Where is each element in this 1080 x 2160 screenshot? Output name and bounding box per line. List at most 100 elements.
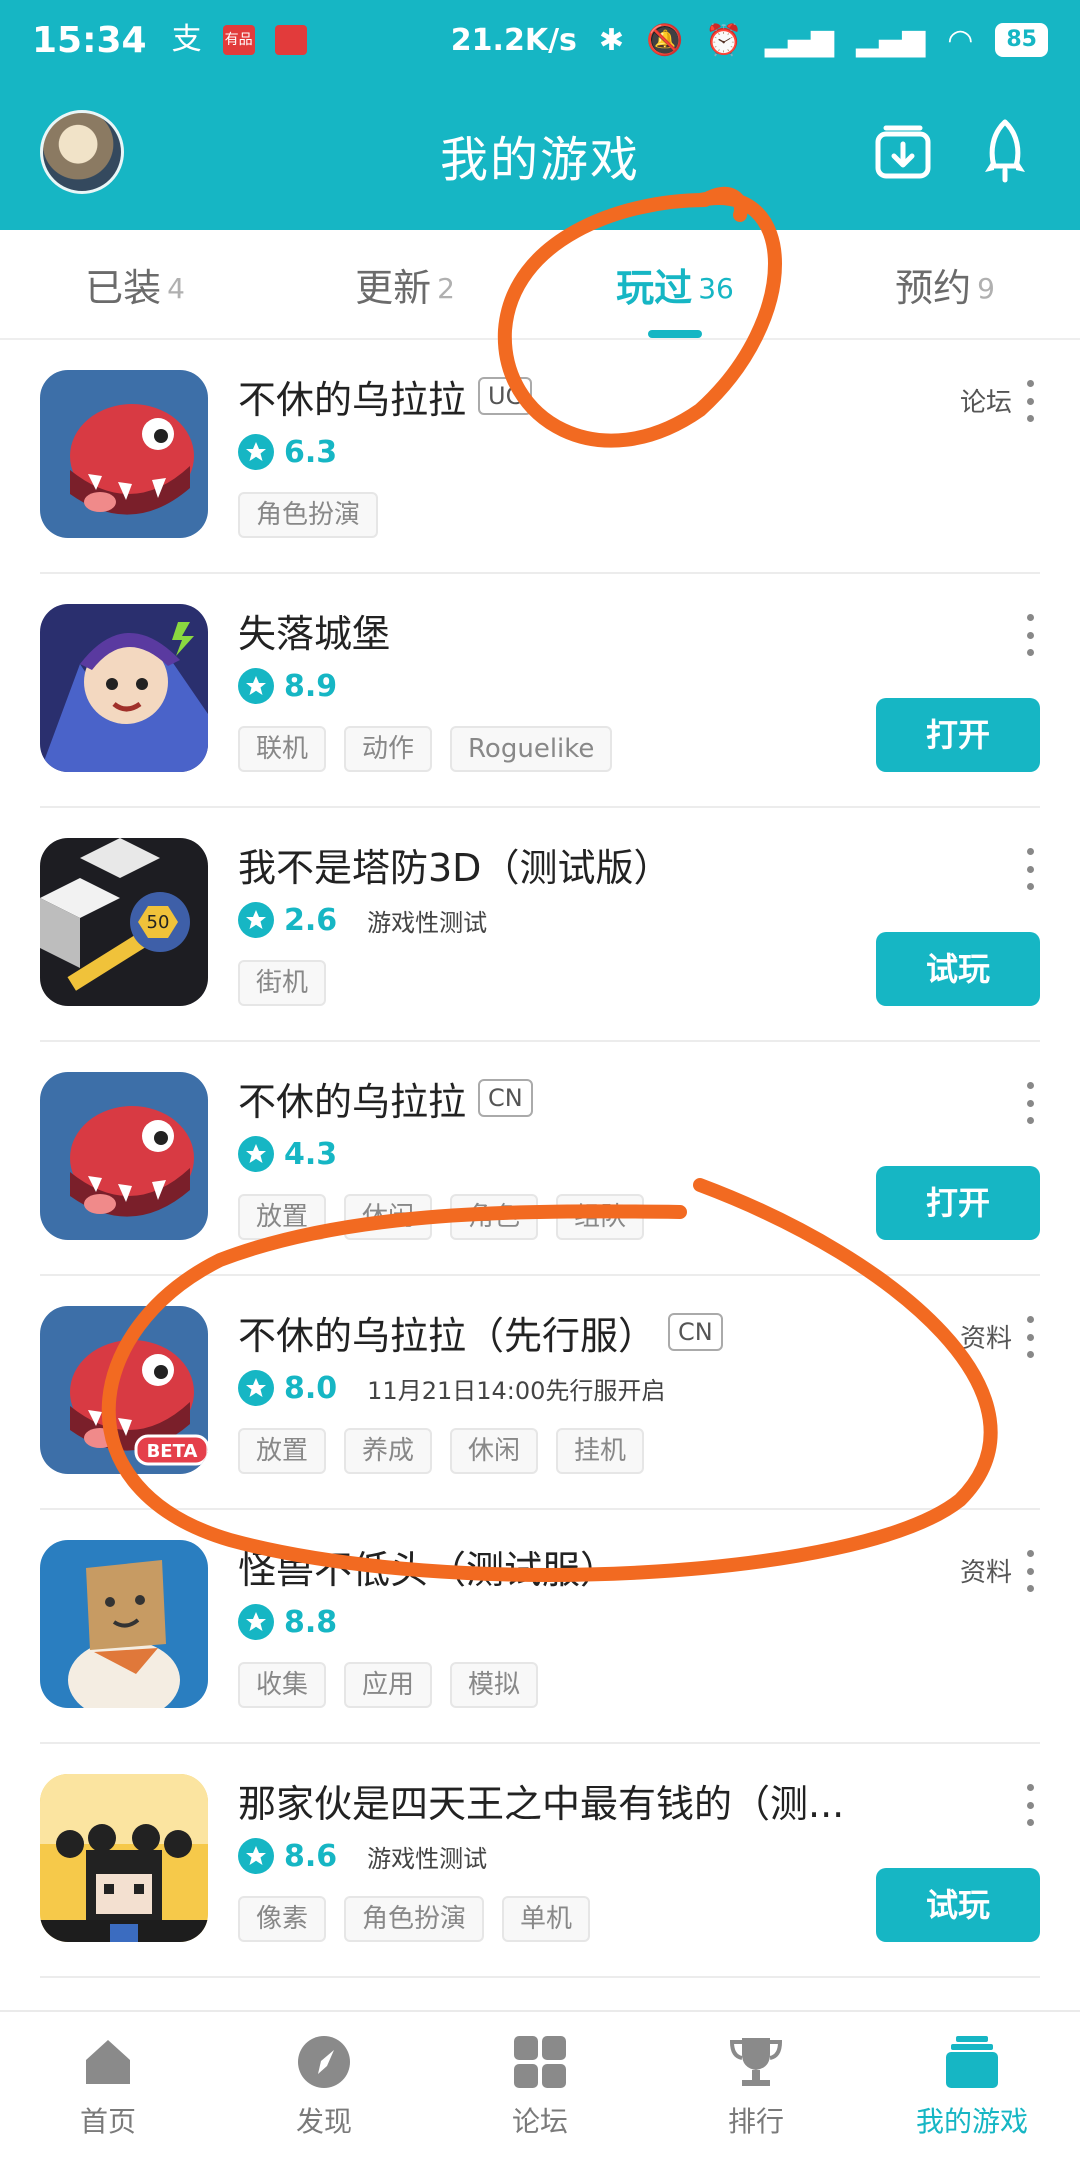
game-rating: 4.3 (284, 1136, 338, 1172)
app-notification-icon (274, 25, 307, 55)
game-rating: 8.9 (284, 668, 338, 704)
game-icon-dragon[interactable] (40, 370, 208, 538)
game-title: 我不是塔防3D（测试版） (238, 845, 672, 890)
game-tag[interactable]: 模拟 (450, 1662, 539, 1708)
nav-label: 排行 (727, 2105, 784, 2138)
game-icon-tower-defense[interactable]: 50 (40, 838, 208, 1006)
game-icon-pixel-king[interactable] (40, 1774, 208, 1942)
more-options-icon[interactable] (1020, 1780, 1040, 1830)
game-tag[interactable]: 放置 (238, 1194, 327, 1240)
game-tag[interactable]: 角色扮演 (238, 492, 379, 538)
tag-list: 收集 应用 模拟 (238, 1662, 1040, 1708)
game-row[interactable]: 不休的乌拉拉 CN 4.3 放置 休闲 角色 组队 打开 (40, 1042, 1040, 1276)
game-tag[interactable]: 联机 (238, 726, 327, 772)
game-tag[interactable]: 休闲 (344, 1194, 433, 1240)
alarm-icon: ⏰ (705, 22, 743, 58)
tab-installed[interactable]: 已装 4 (0, 230, 270, 338)
nav-my-games[interactable]: 我的游戏 (864, 2012, 1080, 2160)
tab-updates[interactable]: 更新 2 (270, 230, 540, 338)
game-title: 不休的乌拉拉（先行服） (238, 1313, 657, 1358)
rocket-icon[interactable] (970, 116, 1040, 186)
game-tag[interactable]: Roguelike (450, 726, 613, 772)
game-tag[interactable]: 街机 (238, 960, 327, 1006)
game-tag[interactable]: 休闲 (450, 1428, 539, 1474)
game-tag[interactable]: 放置 (238, 1428, 327, 1474)
game-icon-lost-castle[interactable] (40, 604, 208, 772)
game-title: 那家伙是四天王之中最有钱的（测... (238, 1781, 845, 1826)
tab-count: 4 (167, 271, 185, 305)
info-link[interactable]: 资料 (960, 1318, 1012, 1355)
game-row[interactable]: 那家伙是四天王之中最有钱的（测... 8.6 游戏性测试 像素 角色扮演 单机 … (40, 1744, 1040, 1978)
game-tag[interactable]: 挂机 (556, 1428, 645, 1474)
game-row[interactable]: 不休的乌拉拉 UC 6.3 角色扮演 论坛 (40, 340, 1040, 574)
game-tag[interactable]: 单机 (502, 1896, 591, 1942)
user-avatar[interactable] (40, 110, 124, 194)
game-rating: 2.6 (284, 902, 338, 938)
try-button[interactable]: 试玩 (876, 1868, 1040, 1942)
battery-indicator: 85 (995, 23, 1048, 57)
more-options-icon[interactable] (1020, 1546, 1040, 1596)
game-icon-dragon-beta[interactable]: BETA (40, 1306, 208, 1474)
game-row[interactable]: 50 我不是塔防3D（测试版） 2.6 游戏性测试 街机 试玩 (40, 808, 1040, 1042)
game-title: 失落城堡 (238, 611, 391, 656)
more-options-icon[interactable] (1020, 1312, 1040, 1362)
game-row[interactable]: 失落城堡 8.9 联机 动作 Roguelike 打开 (40, 574, 1040, 808)
game-tag[interactable]: 动作 (344, 726, 433, 772)
game-title: 不休的乌拉拉 (238, 377, 467, 422)
forum-link[interactable]: 论坛 (960, 382, 1012, 419)
game-tag[interactable]: 角色 (450, 1194, 539, 1240)
download-manager-icon[interactable] (868, 116, 938, 186)
game-tag[interactable]: 角色扮演 (344, 1896, 485, 1942)
tab-played[interactable]: 玩过 36 (540, 230, 810, 338)
game-tag[interactable]: 收集 (238, 1662, 327, 1708)
network-speed: 21.2K/s (450, 22, 577, 58)
app-header: 我的游戏 (0, 80, 1080, 230)
game-row[interactable]: 怪兽不低头（测试服） 8.8 收集 应用 模拟 资料 (40, 1510, 1040, 1744)
game-note: 游戏性测试 (367, 1844, 488, 1873)
more-options-icon[interactable] (1020, 1078, 1040, 1128)
star-icon (238, 1604, 274, 1640)
game-tag[interactable]: 养成 (344, 1428, 433, 1474)
nav-forum[interactable]: 论坛 (432, 2012, 648, 2160)
game-rating: 8.6 (284, 1838, 338, 1874)
more-options-icon[interactable] (1020, 376, 1040, 426)
alipay-notification-icon: 支 (171, 22, 202, 57)
tab-count: 2 (437, 271, 455, 305)
region-badge: UC (478, 377, 533, 415)
nav-label: 论坛 (511, 2105, 568, 2138)
trophy-icon (726, 2032, 786, 2092)
tag-list: 放置 养成 休闲 挂机 (238, 1428, 1040, 1474)
game-row[interactable]: BETA 不休的乌拉拉（先行服） CN 8.0 11月21日14:00先行服开启… (40, 1276, 1040, 1510)
info-link[interactable]: 资料 (960, 1552, 1012, 1589)
open-button[interactable]: 打开 (876, 1166, 1040, 1240)
game-rating: 6.3 (284, 434, 338, 470)
tab-reserved[interactable]: 预约 9 (810, 230, 1080, 338)
star-icon (238, 434, 274, 470)
game-info: 不休的乌拉拉 UC 6.3 角色扮演 (238, 368, 1040, 538)
active-tab-indicator (648, 330, 702, 338)
tab-label: 玩过 (616, 265, 693, 310)
game-icon-dragon[interactable] (40, 1072, 208, 1240)
nav-ranking[interactable]: 排行 (648, 2012, 864, 2160)
game-tag[interactable]: 像素 (238, 1896, 327, 1942)
mute-icon: 🔕 (646, 22, 684, 58)
svg-text:50: 50 (147, 912, 170, 933)
bottom-nav: 首页 发现 论坛 排行 我的游戏 (0, 2010, 1080, 2160)
nav-label: 首页 (79, 2105, 136, 2138)
open-button[interactable]: 打开 (876, 698, 1040, 772)
tag-list: 角色扮演 (238, 492, 1040, 538)
tab-count: 36 (698, 271, 734, 305)
more-options-icon[interactable] (1020, 610, 1040, 660)
nav-discover[interactable]: 发现 (216, 2012, 432, 2160)
nav-home[interactable]: 首页 (0, 2012, 216, 2160)
try-button[interactable]: 试玩 (876, 932, 1040, 1006)
game-tag[interactable]: 组队 (556, 1194, 645, 1240)
game-icon-monster-cat[interactable] (40, 1540, 208, 1708)
status-bar: 15:34 支 有品 21.2K/s ✱ 🔕 ⏰ ▂▄▆ ▂▄▆ ◠ 85 (0, 0, 1080, 80)
more-options-icon[interactable] (1020, 844, 1040, 894)
game-title: 怪兽不低头（测试服） (238, 1547, 619, 1592)
region-badge: CN (668, 1313, 723, 1351)
star-icon (238, 902, 274, 938)
wifi-icon: ◠ (947, 22, 974, 58)
game-tag[interactable]: 应用 (344, 1662, 433, 1708)
